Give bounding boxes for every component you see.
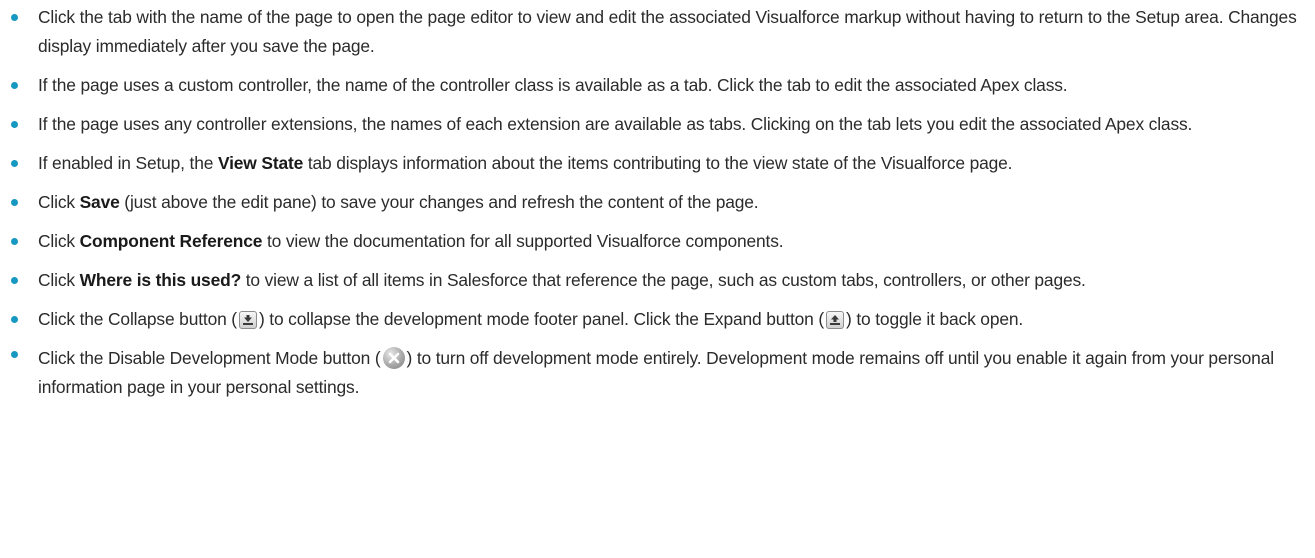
where-is-this-used-term: Where is this used? [79, 270, 242, 290]
list-item: If the page uses any controller extensio… [0, 110, 1315, 139]
bullet-icon [11, 82, 18, 89]
bullet-icon [11, 121, 18, 128]
item-text-post: to view a list of all items in Salesforc… [241, 270, 1086, 290]
item-text-part: ) to toggle it back open. [846, 309, 1024, 329]
view-state-term: View State [217, 153, 304, 173]
item-text-part: Click the Disable Development Mode butto… [38, 348, 381, 368]
item-text-part: ) to collapse the development mode foote… [258, 309, 825, 329]
item-text: Click the tab with the name of the page … [38, 7, 1297, 56]
list-item: Click Where is this used? to view a list… [0, 266, 1315, 295]
bullet-icon [11, 316, 18, 323]
item-text-pre: Click [38, 192, 80, 212]
item-text-post: tab displays information about the items… [303, 153, 1013, 173]
list-item: Click the Collapse button ( ) to collapse… [0, 305, 1315, 334]
list-item: If the page uses a custom controller, th… [0, 71, 1315, 100]
item-text-pre: Click [38, 270, 80, 290]
list-item: Click Save (just above the edit pane) to… [0, 188, 1315, 217]
collapse-icon [238, 311, 257, 329]
item-text-pre: Click [38, 231, 80, 251]
expand-icon [826, 311, 845, 329]
list-item: Click the Disable Development Mode butto… [0, 344, 1315, 402]
item-text-post: (just above the edit pane) to save your … [119, 192, 759, 212]
bullet-icon [11, 351, 18, 358]
save-term: Save [79, 192, 120, 212]
bullet-icon [11, 14, 18, 21]
feature-bullet-list: Click the tab with the name of the page … [0, 3, 1315, 402]
list-item: Click the tab with the name of the page … [0, 3, 1315, 61]
component-reference-term: Component Reference [79, 231, 263, 251]
item-text-post: to view the documentation for all suppor… [262, 231, 784, 251]
list-item: If enabled in Setup, the View State tab … [0, 149, 1315, 178]
bullet-icon [11, 160, 18, 167]
item-text-part: Click the Collapse button ( [38, 309, 237, 329]
item-text: If the page uses any controller extensio… [38, 114, 1193, 134]
bullet-icon [11, 277, 18, 284]
bullet-icon [11, 199, 18, 206]
disable-development-mode-icon [382, 347, 405, 369]
item-text: If the page uses a custom controller, th… [38, 75, 1068, 95]
item-text-pre: If enabled in Setup, the [38, 153, 218, 173]
document-page: Click the tab with the name of the page … [0, 0, 1315, 558]
list-item: Click Component Reference to view the do… [0, 227, 1315, 256]
bullet-icon [11, 238, 18, 245]
